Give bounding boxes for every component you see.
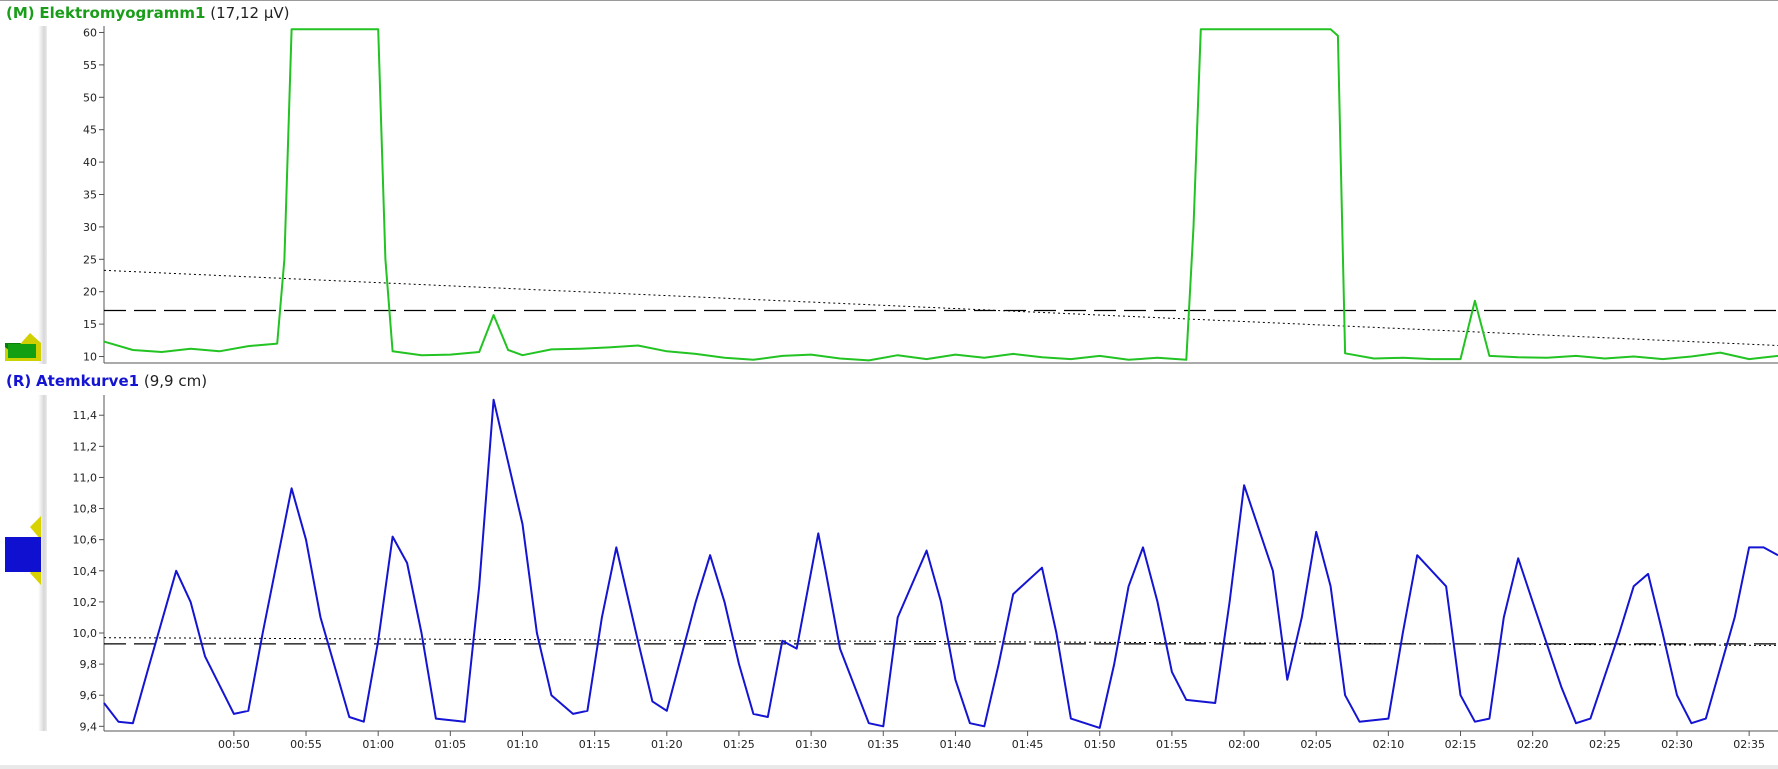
y-tick-label: 10,6 xyxy=(73,534,98,547)
y-tick-label: 11,2 xyxy=(73,440,98,453)
x-tick-label: 01:50 xyxy=(1084,738,1116,751)
resp-series-line xyxy=(103,398,1778,729)
x-tick-label: 01:05 xyxy=(434,738,466,751)
y-tick-label: 40 xyxy=(83,156,97,169)
x-tick-label: 01:35 xyxy=(867,738,899,751)
y-tick-label: 10,2 xyxy=(73,596,98,609)
x-tick-label: 01:15 xyxy=(579,738,611,751)
y-tick-label: 9,8 xyxy=(80,658,98,671)
y-tick-label: 25 xyxy=(83,253,97,266)
x-tick-label: 02:25 xyxy=(1589,738,1621,751)
channel-marker-blue-icon[interactable] xyxy=(5,516,41,585)
x-tick-label: 01:20 xyxy=(651,738,683,751)
y-tick-label: 30 xyxy=(83,221,97,234)
x-tick-label: 01:00 xyxy=(362,738,394,751)
y-tick-label: 11,4 xyxy=(73,409,98,422)
x-tick-label: 01:30 xyxy=(795,738,827,751)
y-tick-label: 10,4 xyxy=(73,565,98,578)
channel-marker-green-icon[interactable] xyxy=(5,333,41,361)
y-tick-label: 10,8 xyxy=(73,503,98,516)
y-tick-label: 10 xyxy=(83,351,97,364)
x-tick-label: 02:35 xyxy=(1733,738,1765,751)
emg-plot: 10 15 20 25 30 35 40 45 50 55 60 xyxy=(83,26,1778,364)
x-tick-label: 01:10 xyxy=(507,738,539,751)
x-tick-label: 01:40 xyxy=(940,738,972,751)
y-tick-label: 50 xyxy=(83,91,97,104)
x-tick-label: 00:50 xyxy=(218,738,250,751)
y-tick-label: 10,0 xyxy=(73,627,98,640)
polygraph-chart: 10 15 20 25 30 35 40 45 50 55 60 9,4 9,6 9,8 10,0 10,2… xyxy=(5,26,1778,751)
y-tick-label: 15 xyxy=(83,318,97,331)
x-tick-label: 00:55 xyxy=(290,738,322,751)
time-axis: 00:50 00:55 01:00 01:05 01:10 01:15 01:20 01:25… xyxy=(104,730,1778,751)
y-tick-label: 45 xyxy=(83,124,97,137)
x-tick-label: 02:15 xyxy=(1445,738,1477,751)
x-tick-label: 02:10 xyxy=(1373,738,1405,751)
x-tick-label: 02:05 xyxy=(1300,738,1332,751)
x-tick-label: 02:20 xyxy=(1517,738,1549,751)
y-tick-label: 60 xyxy=(83,26,97,39)
x-tick-label: 01:25 xyxy=(723,738,755,751)
y-tick-label: 9,4 xyxy=(80,720,98,733)
resp-plot: 9,4 9,6 9,8 10,0 10,2 10,4 10,6 10,8 11,0 11,2 11,… xyxy=(73,395,1778,733)
y-tick-label: 55 xyxy=(83,59,97,72)
x-tick-label: 01:55 xyxy=(1156,738,1188,751)
y-tick-label: 35 xyxy=(83,189,97,202)
x-tick-label: 02:00 xyxy=(1228,738,1260,751)
y-tick-label: 9,6 xyxy=(80,689,98,702)
x-tick-label: 02:30 xyxy=(1661,738,1693,751)
y-tick-label: 20 xyxy=(83,286,97,299)
x-tick-label: 01:45 xyxy=(1012,738,1044,751)
emg-trend-line xyxy=(103,269,1778,347)
y-tick-label: 11,0 xyxy=(73,471,98,484)
